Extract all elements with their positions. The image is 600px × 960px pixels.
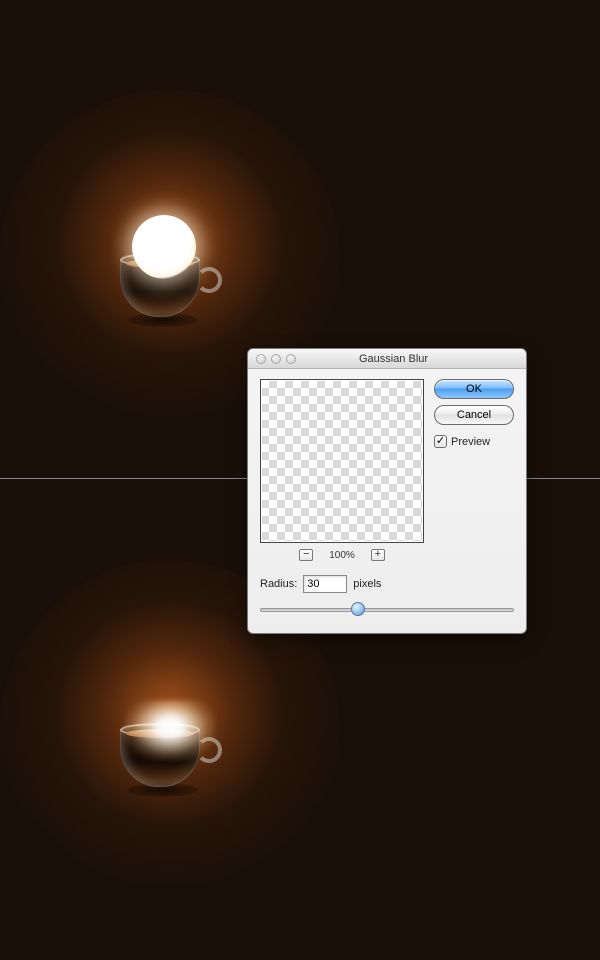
zoom-in-button[interactable]: +: [371, 549, 385, 561]
zoom-out-button[interactable]: −: [299, 549, 313, 561]
light-flare-blurred: [125, 700, 215, 760]
cancel-button[interactable]: Cancel: [434, 405, 514, 425]
zoom-icon[interactable]: [286, 354, 296, 364]
slider-track-line: [260, 608, 514, 612]
preview-label: Preview: [451, 436, 490, 448]
minimize-icon[interactable]: [271, 354, 281, 364]
dialog-titlebar[interactable]: Gaussian Blur: [248, 349, 526, 369]
dialog-title: Gaussian Blur: [301, 353, 486, 365]
slider-thumb[interactable]: [351, 602, 365, 616]
light-orb: [132, 215, 196, 279]
ok-button[interactable]: OK: [434, 379, 514, 399]
canvas-bottom: [20, 590, 320, 890]
close-icon[interactable]: [256, 354, 266, 364]
zoom-value: 100%: [329, 550, 355, 561]
radius-label: Radius:: [260, 578, 297, 590]
preview-checkbox[interactable]: ✓: [434, 435, 447, 448]
preview-canvas[interactable]: [260, 379, 424, 543]
gaussian-blur-dialog: Gaussian Blur − 100% + OK Cancel ✓ Previ…: [247, 348, 527, 634]
preview-checkbox-row[interactable]: ✓ Preview: [434, 435, 514, 448]
radius-slider[interactable]: [260, 603, 514, 617]
radius-input[interactable]: [303, 575, 347, 593]
radius-unit: pixels: [353, 578, 381, 590]
